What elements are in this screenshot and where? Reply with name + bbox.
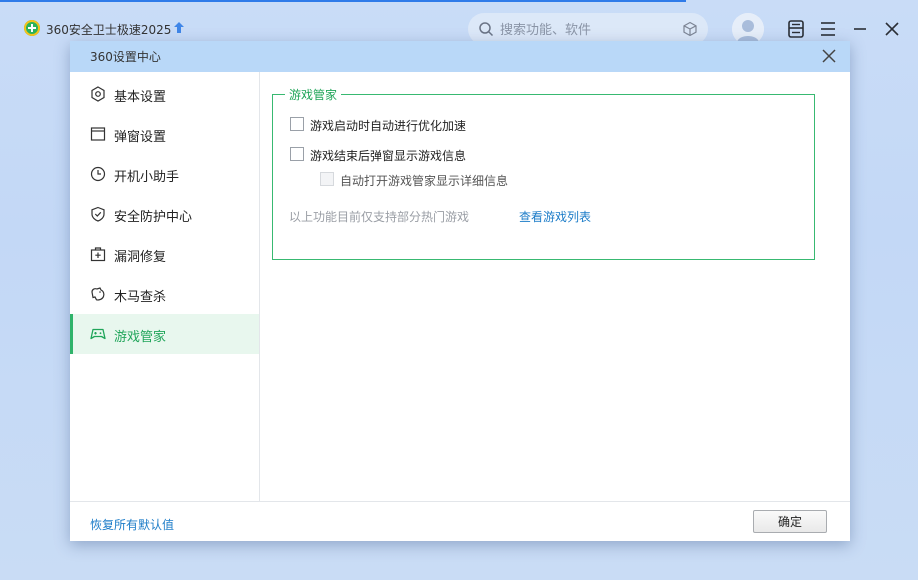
option-label: 自动打开游戏管家显示详细信息 xyxy=(340,174,509,188)
checkbox[interactable] xyxy=(290,117,304,131)
dialog-title: 360设置中心 xyxy=(90,50,161,64)
group-legend: 游戏管家 xyxy=(285,86,342,103)
sidebar-item-security-center[interactable]: 安全防护中心 xyxy=(70,194,259,234)
hexagon-gear-icon xyxy=(91,86,105,102)
cube-icon[interactable] xyxy=(682,21,698,37)
dialog-header: 360设置中心 xyxy=(70,41,850,72)
sidebar-item-game-manager[interactable]: 游戏管家 xyxy=(70,314,259,354)
search-input[interactable] xyxy=(498,19,682,41)
window-accent-line-left xyxy=(0,0,686,2)
option-label: 游戏结束后弹窗显示游戏信息 xyxy=(310,149,467,163)
window-icon xyxy=(90,127,106,141)
checkbox-disabled xyxy=(320,172,334,186)
shield-check-icon xyxy=(91,206,105,222)
checkbox[interactable] xyxy=(290,147,304,161)
dialog-close-icon[interactable] xyxy=(820,47,838,65)
app-title: 360安全卫士极速2025 xyxy=(46,23,172,37)
sidebar-item-boot-assistant[interactable]: 开机小助手 xyxy=(70,154,259,194)
settings-sidebar: 基本设置 弹窗设置 开机小助手 安全防护中心 漏洞修复 木马查杀 游戏管家 xyxy=(70,72,260,501)
clock-icon xyxy=(90,166,106,182)
ok-button[interactable]: 确定 xyxy=(753,510,827,533)
settings-dialog: 360设置中心 基本设置 弹窗设置 开机小助手 安全防护中心 漏洞修复 木马查杀… xyxy=(70,41,850,541)
sidebar-item-label: 开机小助手 xyxy=(114,170,180,185)
option-label: 游戏启动时自动进行优化加速 xyxy=(310,119,467,133)
horse-icon xyxy=(91,287,105,301)
support-note: 以上功能目前仅支持部分热门游戏 xyxy=(289,210,470,224)
sidebar-item-label: 安全防护中心 xyxy=(114,210,193,225)
app-logo-icon xyxy=(24,20,40,36)
sidebar-item-label: 游戏管家 xyxy=(114,330,167,345)
close-window-icon[interactable] xyxy=(881,18,903,40)
sidebar-item-label: 基本设置 xyxy=(114,90,167,105)
sidebar-item-popup-settings[interactable]: 弹窗设置 xyxy=(70,114,259,154)
settings-content: 游戏管家 游戏启动时自动进行优化加速 游戏结束后弹窗显示游戏信息 自动打开游戏管… xyxy=(260,72,850,501)
sidebar-item-trojan-scan[interactable]: 木马查杀 xyxy=(70,274,259,314)
restore-defaults-link[interactable]: 恢复所有默认值 xyxy=(90,516,174,533)
gamepad-icon xyxy=(90,328,106,340)
sidebar-item-vulnerability-fix[interactable]: 漏洞修复 xyxy=(70,234,259,274)
skin-layout-icon[interactable] xyxy=(785,18,807,40)
minimize-icon[interactable] xyxy=(849,18,871,40)
menu-icon[interactable] xyxy=(817,18,839,40)
dialog-footer: 恢复所有默认值 确定 xyxy=(70,501,850,541)
sidebar-item-label: 弹窗设置 xyxy=(114,130,167,145)
view-game-list-link[interactable]: 查看游戏列表 xyxy=(519,208,591,225)
game-manager-group: 游戏管家 游戏启动时自动进行优化加速 游戏结束后弹窗显示游戏信息 自动打开游戏管… xyxy=(272,86,815,260)
sidebar-item-label: 木马查杀 xyxy=(114,290,167,305)
sidebar-item-label: 漏洞修复 xyxy=(114,250,167,265)
search-icon xyxy=(479,22,494,37)
first-aid-kit-icon xyxy=(90,247,106,262)
upgrade-arrow-icon[interactable] xyxy=(172,21,186,35)
sidebar-item-basic-settings[interactable]: 基本设置 xyxy=(70,74,259,114)
